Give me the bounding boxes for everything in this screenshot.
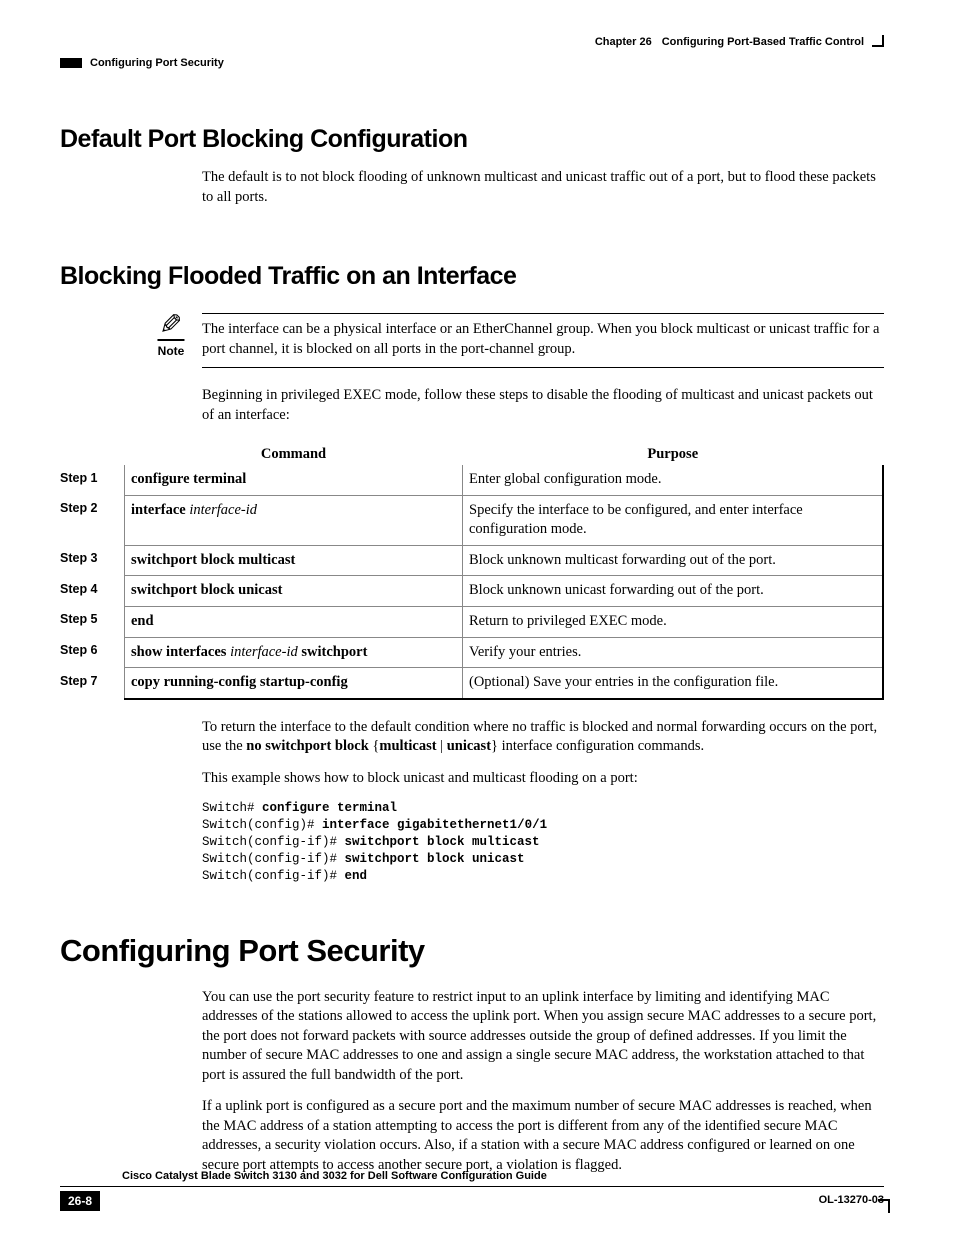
table-header-purpose: Purpose — [463, 444, 884, 466]
purpose-cell: Verify your entries. — [463, 637, 884, 668]
purpose-cell: Block unknown multicast forwarding out o… — [463, 545, 884, 576]
footer-doc-id: OL-13270-03 — [819, 1193, 884, 1208]
heading-blocking-flooded: Blocking Flooded Traffic on an Interface — [60, 260, 884, 294]
code-example: Switch# configure terminal Switch(config… — [202, 800, 884, 884]
command-cell: show interfaces interface-id switchport — [125, 637, 463, 668]
step-label: Step 3 — [60, 545, 125, 576]
footer-book-title: Cisco Catalyst Blade Switch 3130 and 303… — [60, 1169, 884, 1187]
chapter-label: Chapter 26 — [595, 35, 652, 50]
page-footer: Cisco Catalyst Blade Switch 3130 and 303… — [60, 1169, 884, 1211]
body-text: Beginning in privileged EXEC mode, follo… — [202, 386, 884, 425]
page-number-badge: 26-8 — [60, 1191, 100, 1211]
table-row: Step 1configure terminalEnter global con… — [60, 465, 883, 495]
chapter-title: Configuring Port-Based Traffic Control — [662, 35, 864, 50]
purpose-cell: Enter global configuration mode. — [463, 465, 884, 495]
command-cell: end — [125, 606, 463, 637]
running-header-right: Chapter 26 Configuring Port-Based Traffi… — [60, 35, 884, 50]
command-cell: interface interface-id — [125, 495, 463, 545]
body-text: This example shows how to block unicast … — [202, 769, 884, 789]
command-cell: switchport block unicast — [125, 576, 463, 607]
header-bar-icon — [60, 58, 82, 68]
table-row: Step 2interface interface-idSpecify the … — [60, 495, 883, 545]
heading-configuring-port-security: Configuring Port Security — [60, 930, 884, 972]
step-label: Step 2 — [60, 495, 125, 545]
purpose-cell: Return to privileged EXEC mode. — [463, 606, 884, 637]
corner-mark-icon — [888, 1199, 890, 1213]
table-row: Step 4switchport block unicastBlock unkn… — [60, 576, 883, 607]
purpose-cell: Specify the interface to be configured, … — [463, 495, 884, 545]
step-label: Step 4 — [60, 576, 125, 607]
command-steps-table: Command Purpose Step 1configure terminal… — [60, 444, 884, 700]
pencil-icon: ✎ — [157, 313, 184, 340]
purpose-cell: (Optional) Save your entries in the conf… — [463, 668, 884, 699]
command-cell: switchport block multicast — [125, 545, 463, 576]
body-text: You can use the port security feature to… — [202, 988, 884, 1086]
command-cell: configure terminal — [125, 465, 463, 495]
heading-default-port-blocking: Default Port Blocking Configuration — [60, 123, 884, 157]
table-header-command: Command — [125, 444, 463, 466]
body-text: To return the interface to the default c… — [202, 718, 884, 757]
command-cell: copy running-config startup-config — [125, 668, 463, 699]
purpose-cell: Block unknown unicast forwarding out of … — [463, 576, 884, 607]
table-row: Step 6show interfaces interface-id switc… — [60, 637, 883, 668]
body-text: The default is to not block flooding of … — [202, 168, 884, 207]
step-label: Step 7 — [60, 668, 125, 699]
body-text: If a uplink port is configured as a secu… — [202, 1097, 884, 1175]
step-label: Step 5 — [60, 606, 125, 637]
step-label: Step 6 — [60, 637, 125, 668]
running-header-left: Configuring Port Security — [60, 56, 884, 71]
table-row: Step 5endReturn to privileged EXEC mode. — [60, 606, 883, 637]
table-row: Step 7copy running-config startup-config… — [60, 668, 883, 699]
section-name: Configuring Port Security — [90, 56, 224, 71]
note-label: Note — [140, 343, 202, 359]
step-label: Step 1 — [60, 465, 125, 495]
note-text: The interface can be a physical interfac… — [202, 313, 884, 368]
corner-mark-icon — [870, 35, 884, 47]
table-row: Step 3switchport block multicastBlock un… — [60, 545, 883, 576]
note-callout: ✎ Note The interface can be a physical i… — [140, 313, 884, 368]
